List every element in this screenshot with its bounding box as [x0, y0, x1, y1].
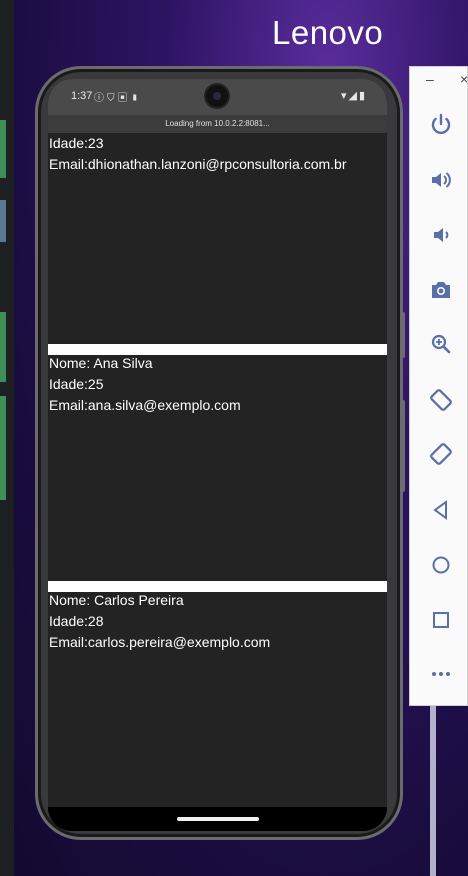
info-icon: ⓘ [94, 93, 107, 104]
sdcard-icon: ▮ [130, 93, 142, 104]
status-time: 1:37 [71, 90, 93, 102]
ide-window-edge [0, 0, 14, 876]
close-button[interactable]: × [460, 71, 468, 87]
rotate-left-icon[interactable] [428, 387, 454, 413]
power-icon[interactable] [428, 111, 454, 137]
user-age: Idade:28 [49, 613, 104, 629]
volume-down-icon[interactable] [428, 222, 454, 248]
loading-banner: Loading from 10.0.2.2:8081... [48, 115, 387, 133]
ide-marker [0, 200, 6, 242]
status-left-icons: ⓘ⛉▣▮ [94, 89, 142, 104]
ide-marker [0, 396, 6, 500]
user-name: Nome: Ana Silva [49, 355, 153, 371]
user-card: Idade:23 Email:dhionathan.lanzoni@rpcons… [48, 133, 387, 344]
signal-icon: ◢ [348, 90, 359, 102]
card-divider [48, 344, 387, 355]
phone-screen: 1:37 ⓘ⛉▣▮ ▾◢▮ Loading from 10.0.2.2:8081… [48, 79, 387, 831]
user-email: Email:dhionathan.lanzoni@rpconsultoria.c… [49, 156, 347, 172]
phone-side-button[interactable] [400, 400, 405, 492]
front-camera [206, 85, 228, 107]
phone-side-button[interactable] [400, 312, 405, 358]
user-list[interactable]: Idade:23 Email:dhionathan.lanzoni@rpcons… [48, 133, 387, 807]
ide-marker [0, 312, 6, 382]
user-email: Email:carlos.pereira@exemplo.com [49, 634, 271, 650]
home-gesture-handle[interactable] [177, 817, 259, 821]
minimize-button[interactable]: – [426, 71, 434, 87]
sim-icon: ▣ [117, 93, 131, 104]
user-name: Nome: Carlos Pereira [49, 592, 184, 608]
back-icon[interactable] [428, 497, 454, 523]
more-icon[interactable] [428, 661, 454, 687]
battery-icon: ▮ [358, 90, 367, 102]
camera-icon[interactable] [428, 277, 454, 303]
rotate-right-icon[interactable] [428, 441, 454, 467]
user-card: Nome: Carlos Pereira Idade:28 Email:carl… [48, 592, 387, 807]
home-icon[interactable] [428, 552, 454, 578]
toolbar-header: – × [410, 67, 468, 95]
brand-logo-text: Lenovo [272, 14, 384, 51]
ide-marker [0, 120, 6, 178]
status-right-icons: ▾◢▮ [341, 89, 367, 102]
user-age: Idade:25 [49, 376, 104, 392]
shield-icon: ⛉ [107, 93, 118, 104]
card-divider [48, 581, 387, 592]
volume-up-icon[interactable] [428, 167, 454, 193]
user-age: Idade:23 [49, 135, 104, 151]
emulator-toolbar: – × [409, 66, 468, 706]
status-bar: 1:37 ⓘ⛉▣▮ ▾◢▮ [48, 79, 387, 115]
decorative-line [430, 706, 436, 876]
zoom-icon[interactable] [428, 331, 454, 357]
user-email: Email:ana.silva@exemplo.com [49, 397, 241, 413]
user-card: Nome: Ana Silva Idade:25 Email:ana.silva… [48, 355, 387, 581]
overview-icon[interactable] [428, 607, 454, 633]
